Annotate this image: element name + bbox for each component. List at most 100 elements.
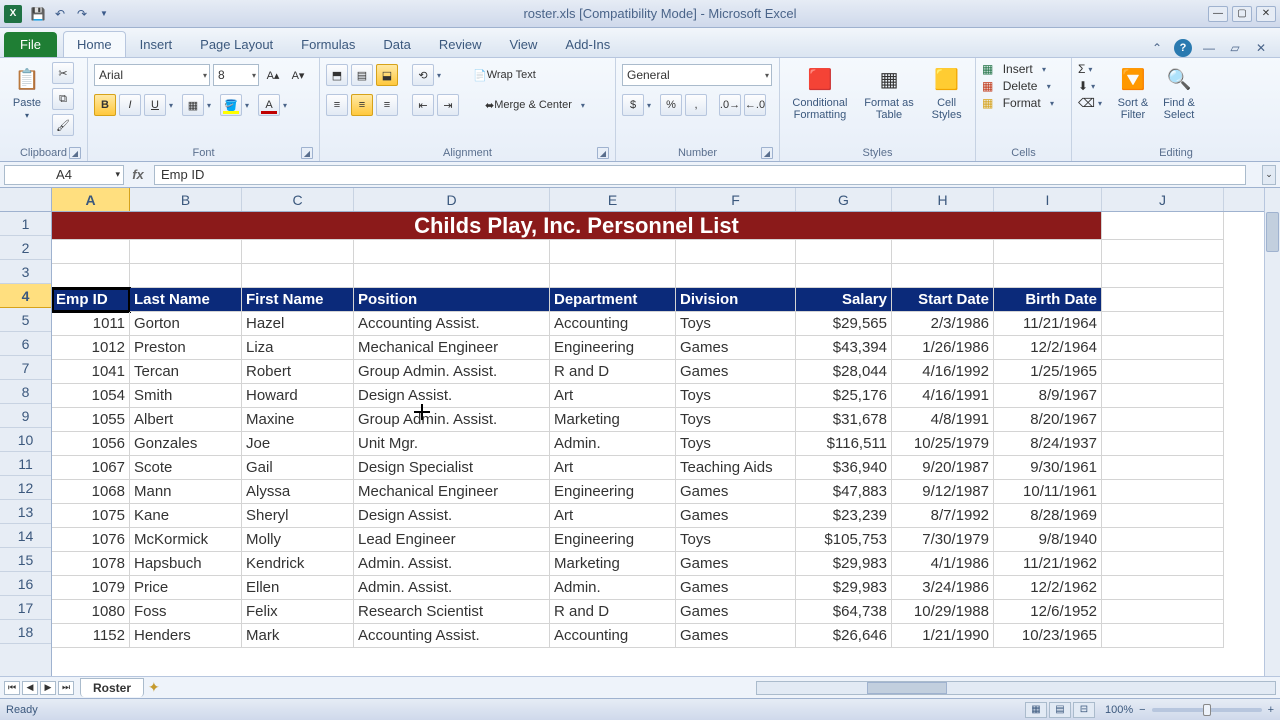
cell[interactable]: 1055 [52,408,130,432]
cell[interactable]: Group Admin. Assist. [354,408,550,432]
cell[interactable]: 1067 [52,456,130,480]
fx-icon[interactable]: fx [128,167,148,182]
file-tab[interactable]: File [4,32,57,57]
cell[interactable]: McKormick [130,528,242,552]
cell[interactable] [1102,600,1224,624]
cell[interactable]: $36,940 [796,456,892,480]
font-size-combo[interactable]: 8▾ [213,64,259,86]
cell[interactable]: Gorton [130,312,242,336]
cell[interactable]: Position [354,288,550,312]
cell[interactable] [1102,624,1224,648]
cell[interactable]: Mechanical Engineer [354,336,550,360]
align-left-button[interactable]: ≡ [326,94,348,116]
increase-decimal-button[interactable]: .0→ [719,94,741,116]
cell[interactable]: Gail [242,456,354,480]
italic-button[interactable]: I [119,94,141,116]
column-header-I[interactable]: I [994,188,1102,211]
tab-view[interactable]: View [495,31,551,57]
cell[interactable]: $28,044 [796,360,892,384]
bold-button[interactable]: B [94,94,116,116]
cell[interactable]: Lead Engineer [354,528,550,552]
cell[interactable]: 1080 [52,600,130,624]
cell[interactable] [892,264,994,288]
column-header-E[interactable]: E [550,188,676,211]
cell[interactable] [796,264,892,288]
cell[interactable]: 9/12/1987 [892,480,994,504]
cell-styles-button[interactable]: 🟨Cell Styles [926,60,968,124]
cell[interactable]: Childs Play, Inc. Personnel List [52,212,1102,240]
zoom-level[interactable]: 100% [1105,704,1133,716]
zoom-slider[interactable] [1152,708,1262,712]
cell[interactable]: Henders [130,624,242,648]
cell[interactable] [1102,552,1224,576]
increase-indent-button[interactable]: ⇥ [437,94,459,116]
copy-button[interactable]: ⧉ [52,88,74,110]
zoom-out-button[interactable]: − [1139,704,1145,716]
cell[interactable] [1102,408,1224,432]
cell[interactable]: Molly [242,528,354,552]
cell[interactable] [354,240,550,264]
cell[interactable] [1102,288,1224,312]
cell[interactable]: 1152 [52,624,130,648]
cell[interactable]: 8/7/1992 [892,504,994,528]
cell[interactable] [1102,360,1224,384]
cell[interactable]: 1078 [52,552,130,576]
row-header-9[interactable]: 9 [0,404,51,428]
cell[interactable] [52,240,130,264]
cell[interactable]: 1011 [52,312,130,336]
cell[interactable]: 8/20/1967 [994,408,1102,432]
page-break-view-button[interactable]: ⊟ [1073,702,1095,718]
cell[interactable]: Games [676,360,796,384]
row-header-12[interactable]: 12 [0,476,51,500]
cell[interactable]: 12/2/1964 [994,336,1102,360]
cell[interactable] [1102,432,1224,456]
next-sheet-button[interactable]: ▶ [40,681,56,695]
cell[interactable]: Toys [676,432,796,456]
select-all-corner[interactable] [0,188,51,212]
cell[interactable]: 8/28/1969 [994,504,1102,528]
row-header-15[interactable]: 15 [0,548,51,572]
cell[interactable]: 1076 [52,528,130,552]
cell[interactable] [1102,504,1224,528]
number-dialog-icon[interactable]: ◢ [761,147,773,159]
row-header-6[interactable]: 6 [0,332,51,356]
cell[interactable]: Start Date [892,288,994,312]
normal-view-button[interactable]: ▦ [1025,702,1047,718]
cell[interactable]: Design Assist. [354,384,550,408]
cell[interactable] [1102,480,1224,504]
cell[interactable]: 1056 [52,432,130,456]
cell[interactable]: $105,753 [796,528,892,552]
row-header-14[interactable]: 14 [0,524,51,548]
cell[interactable]: Mechanical Engineer [354,480,550,504]
cell[interactable]: Foss [130,600,242,624]
cell[interactable]: 4/1/1986 [892,552,994,576]
number-format-combo[interactable]: General▾ [622,64,772,86]
clipboard-dialog-icon[interactable]: ◢ [69,147,81,159]
grow-font-button[interactable]: A▴ [262,64,284,86]
cell[interactable]: 12/6/1952 [994,600,1102,624]
cell[interactable]: Mann [130,480,242,504]
cell[interactable] [354,264,550,288]
cell[interactable]: Admin. Assist. [354,576,550,600]
column-header-F[interactable]: F [676,188,796,211]
cell[interactable] [1102,456,1224,480]
cell[interactable]: Design Assist. [354,504,550,528]
delete-cells-button[interactable]: ▦ Delete ▾ [982,79,1060,93]
insert-cells-button[interactable]: ▦ Insert ▾ [982,62,1060,76]
cell[interactable]: 10/29/1988 [892,600,994,624]
cell[interactable]: Ellen [242,576,354,600]
tab-review[interactable]: Review [425,31,496,57]
spreadsheet-grid[interactable]: 123456789101112131415161718 ABCDEFGHIJ C… [0,188,1280,676]
cell[interactable]: 1079 [52,576,130,600]
cell[interactable]: Hapsbuch [130,552,242,576]
cell[interactable]: Teaching Aids [676,456,796,480]
clear-button[interactable]: ⌫ ▾ [1078,96,1108,110]
close-button[interactable]: ✕ [1256,6,1276,22]
align-center-button[interactable]: ≡ [351,94,373,116]
cell[interactable]: 1075 [52,504,130,528]
cell[interactable]: Games [676,552,796,576]
cell[interactable] [1102,264,1224,288]
cell[interactable]: Engineering [550,336,676,360]
zoom-in-button[interactable]: + [1268,704,1274,716]
row-header-7[interactable]: 7 [0,356,51,380]
